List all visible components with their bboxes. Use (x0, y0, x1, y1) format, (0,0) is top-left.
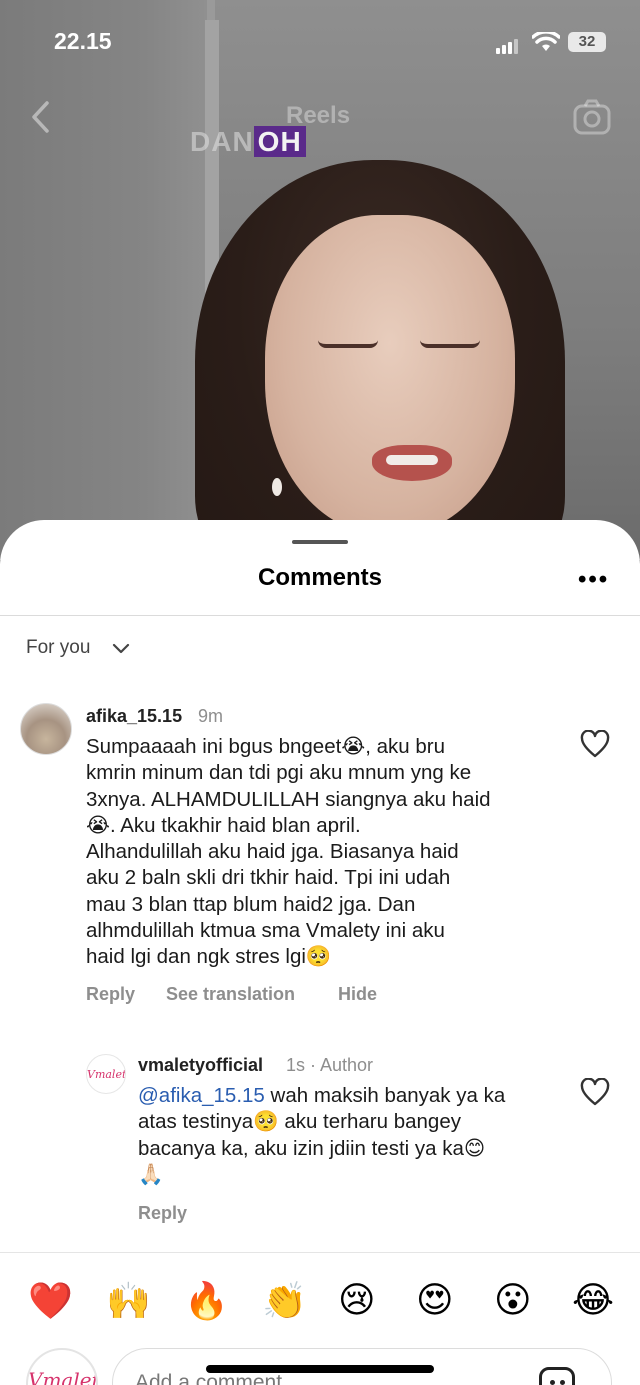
avatar: Vmalety (26, 1348, 98, 1385)
overlay-text-part: OH (253, 126, 306, 157)
reaction-clapping[interactable]: 👏 (262, 1280, 307, 1322)
reaction-heart-eyes[interactable]: 😍 (416, 1280, 454, 1321)
more-options-icon[interactable]: ••• (578, 566, 609, 594)
comment-body: Sumpaaaah ini bgus bngeet😭, aku bru kmri… (86, 734, 491, 971)
comment-line: Sumpaaaah ini bgus bngeet😭, aku bru (86, 735, 446, 758)
reply-line: @afika_15.15 wah maksih banyak ya ka (138, 1083, 505, 1109)
status-bar: 22.15 32 (0, 22, 640, 62)
comment-line: haid lgi dan ngk stres lgi🥺 (86, 945, 332, 969)
reaction-surprised[interactable]: 😮 (494, 1280, 532, 1321)
heart-outline-icon (580, 1077, 610, 1106)
avatar-logo-text: Vmalety (87, 1068, 126, 1081)
comment-username[interactable]: afika_15.15 (86, 706, 182, 727)
see-translation-button[interactable]: See translation (166, 984, 295, 1005)
avatar-logo-text: Vmalety (28, 1368, 96, 1385)
like-button[interactable] (580, 1077, 610, 1106)
chevron-left-icon (32, 101, 49, 133)
comment-line: 😭. Aku tkakhir haid blan april. (86, 813, 361, 837)
comment-line: Alhandulillah aku haid jga. Biasanya hai… (86, 840, 459, 864)
reaction-crying[interactable]: 😢 (338, 1280, 376, 1321)
camera-button[interactable] (572, 98, 612, 141)
cellular-signal-icon (496, 36, 520, 54)
hide-button[interactable]: Hide (338, 984, 377, 1005)
reply-line-text: wah maksih banyak ya ka (264, 1084, 506, 1107)
comment-line: 3xnya. ALHAMDULILLAH siangnya aku haid (86, 787, 491, 811)
reaction-laughing[interactable]: 😂 (572, 1280, 614, 1321)
comment-time: 9m (198, 706, 224, 726)
comment-line: alhmdulillah ktmua sma Vmalety ini aku (86, 919, 445, 943)
heart-outline-icon (580, 729, 610, 758)
home-indicator (206, 1365, 434, 1373)
battery-indicator: 32 (568, 32, 606, 52)
video-person-eye (420, 340, 480, 348)
wifi-icon (531, 30, 561, 57)
video-person-face (265, 215, 515, 535)
reply-meta: 1s · Author (286, 1055, 374, 1075)
avatar[interactable]: Vmalety (86, 1054, 126, 1094)
chevron-down-icon[interactable] (112, 642, 130, 660)
background-door (0, 0, 215, 560)
sticker-icon[interactable] (539, 1367, 575, 1385)
sheet-title: Comments (257, 564, 383, 591)
divider (0, 615, 640, 616)
reaction-fire[interactable]: 🔥 (184, 1280, 229, 1322)
comment-line: aku 2 baln skli dri tkhir haid. Tpi ini … (86, 866, 451, 890)
like-button[interactable] (580, 729, 610, 758)
reply-button[interactable]: Reply (86, 984, 135, 1005)
avatar[interactable] (20, 703, 72, 755)
sheet-grabber[interactable] (292, 540, 348, 544)
camera-icon (573, 99, 611, 135)
reaction-raising-hands[interactable]: 🙌 (106, 1280, 151, 1322)
reaction-heart[interactable]: ❤️ (28, 1280, 73, 1322)
reply-line: bacanya ka, aku izin jdiin testi ya ka😊 (138, 1136, 486, 1160)
status-time: 22.15 (54, 28, 112, 54)
reply-button[interactable]: Reply (138, 1203, 187, 1224)
overlay-text-part: DAN (190, 126, 254, 157)
comment-placeholder: Add a comment... (135, 1371, 300, 1385)
divider (0, 1252, 640, 1253)
back-button[interactable] (30, 100, 50, 134)
comment-line: kmrin minum dan tdi pgi aku mnum yng ke (86, 761, 472, 785)
comments-sheet: Comments ••• For you afika_15.15 9m Sump… (0, 520, 640, 1385)
video-person-eye (318, 340, 378, 348)
mention-link[interactable]: @afika_15.15 (138, 1084, 265, 1107)
comment-line: mau 3 blan ttap blum haid2 jga. Dan (86, 892, 416, 916)
video-person-mouth (372, 445, 452, 481)
video-overlay-text: DAN OH (190, 126, 306, 160)
reply-body: @afika_15.15 wah maksih banyak ya ka ata… (138, 1083, 505, 1188)
reply-line: 🙏🏻 (138, 1162, 164, 1186)
video-person-earring (272, 478, 282, 496)
filter-dropdown[interactable]: For you (26, 637, 90, 659)
reel-video[interactable]: Reels DAN OH (0, 0, 640, 560)
reply-line: atas testinya🥺 aku terharu bangey (138, 1110, 461, 1134)
reply-username[interactable]: vmaletyofficial (138, 1055, 263, 1076)
